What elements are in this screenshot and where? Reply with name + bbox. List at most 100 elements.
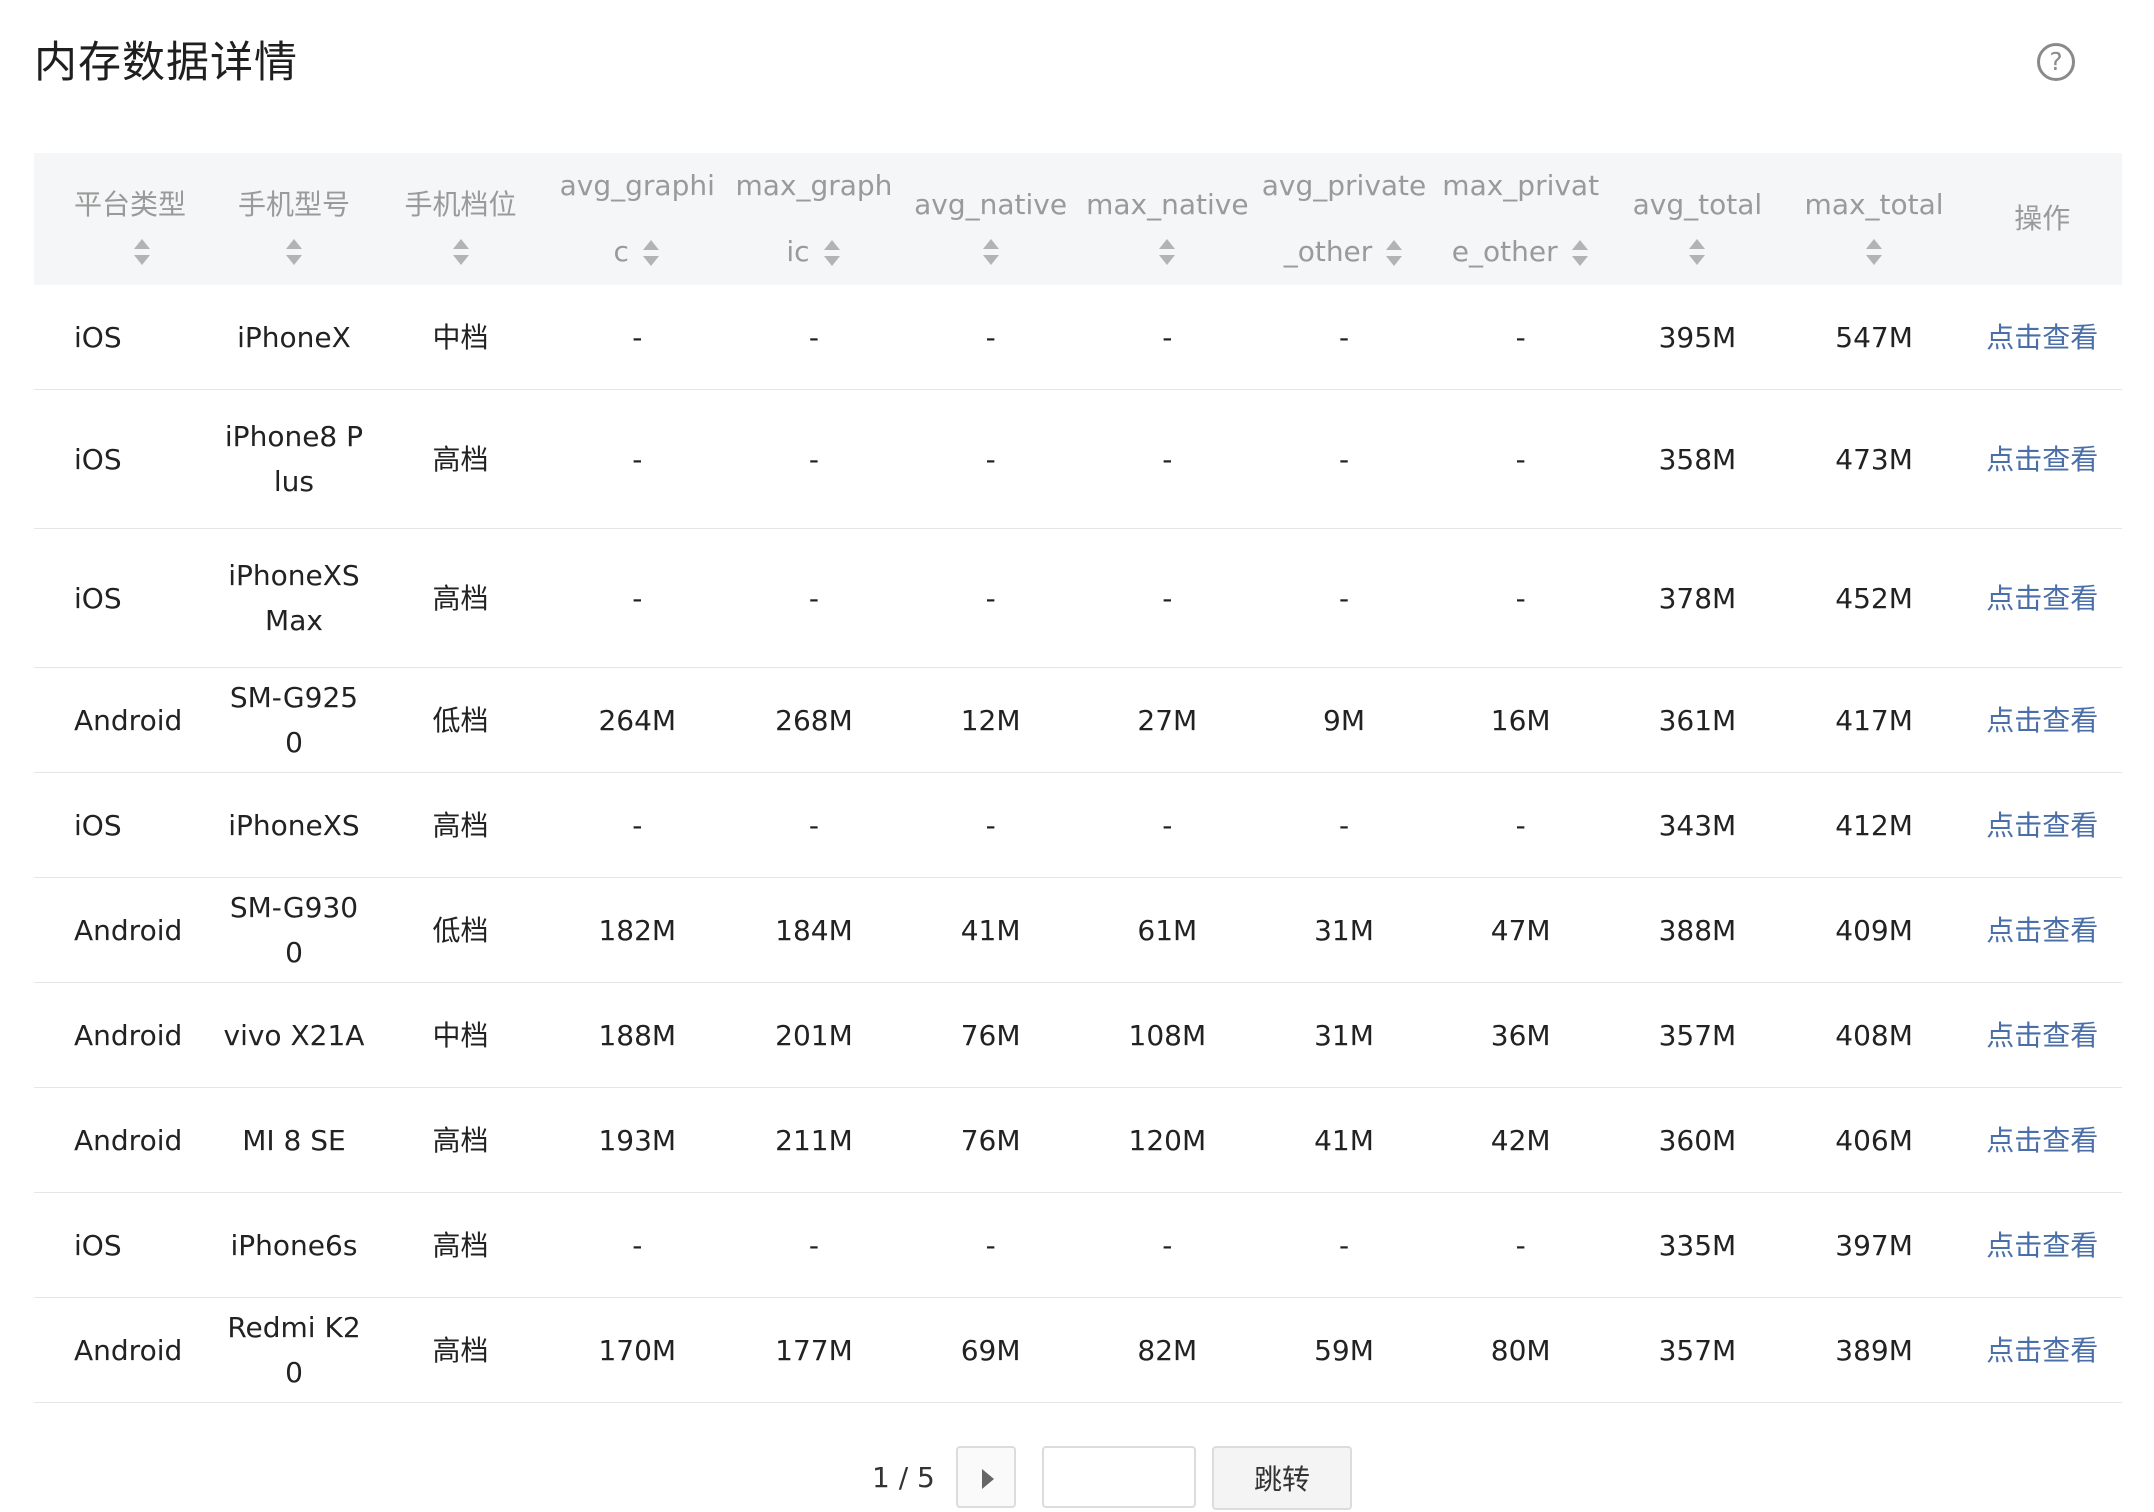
cell-avg-graphic: 264M [548,667,726,773]
view-details-link[interactable]: 点击查看 [1986,809,2098,842]
sort-icon[interactable] [1384,239,1404,267]
cell-action: 点击查看 [1962,982,2122,1088]
table-row: Android SM-G9300 低档 182M 184M 41M 61M 31… [34,877,2122,983]
cell-avg-graphic: - [548,772,726,878]
cell-action: 点击查看 [1962,528,2122,668]
cell-max-private-other: - [1432,1192,1610,1298]
cell-avg-private-other: - [1255,772,1433,878]
cell-max-native: 120M [1078,1087,1256,1193]
cell-platform: Android [34,877,216,983]
cell-max-private-other: - [1432,389,1610,529]
cell-model: Redmi K20 [215,1297,373,1403]
column-header-avg-private-other[interactable]: avg_private_other [1255,153,1433,285]
sort-icon[interactable] [1687,238,1707,266]
cell-max-native: - [1078,285,1256,390]
view-details-link[interactable]: 点击查看 [1986,1229,2098,1262]
cell-model: iPhone6s [215,1192,373,1298]
sort-icon[interactable] [981,238,1001,266]
cell-avg-private-other: 31M [1255,877,1433,983]
sort-icon[interactable] [284,238,304,266]
cell-avg-native: - [902,285,1079,390]
help-icon[interactable]: ? [2037,43,2075,81]
view-details-link[interactable]: 点击查看 [1986,1019,2098,1052]
cell-avg-native: 76M [902,982,1079,1088]
cell-avg-private-other: - [1255,528,1433,668]
column-label: avg_graphic [559,169,715,268]
column-header-avg-native[interactable]: avg_native [902,153,1079,285]
cell-max-total: 417M [1785,667,1963,773]
next-page-button[interactable] [956,1446,1016,1508]
cell-avg-graphic: 193M [548,1087,726,1193]
cell-max-graphic: 211M [725,1087,903,1193]
cell-tier: 高档 [372,1297,549,1403]
view-details-link[interactable]: 点击查看 [1986,443,2098,476]
cell-avg-total: 360M [1609,1087,1786,1193]
column-header-max-native[interactable]: max_native [1078,153,1256,285]
cell-platform: iOS [34,285,216,390]
column-header-tier[interactable]: 手机档位 [372,153,549,285]
cell-max-total: 389M [1785,1297,1963,1403]
view-details-link[interactable]: 点击查看 [1986,321,2098,354]
jump-button[interactable]: 跳转 [1212,1446,1352,1510]
table-row: Android vivo X21A 中档 188M 201M 76M 108M … [34,982,2122,1088]
view-details-link[interactable]: 点击查看 [1986,1124,2098,1157]
cell-action: 点击查看 [1962,772,2122,878]
sort-icon[interactable] [641,239,661,267]
cell-avg-total: 388M [1609,877,1786,983]
cell-max-total: 408M [1785,982,1963,1088]
cell-avg-total: 361M [1609,667,1786,773]
sort-icon[interactable] [822,239,842,267]
column-header-avg-graphic[interactable]: avg_graphic [548,153,726,285]
cell-avg-private-other: - [1255,285,1433,390]
cell-max-total: 412M [1785,772,1963,878]
view-details-link[interactable]: 点击查看 [1986,914,2098,947]
column-header-max-graphic[interactable]: max_graphic [725,153,903,285]
column-label: max_graphic [735,169,893,268]
column-header-model[interactable]: 手机型号 [215,153,373,285]
table-row: Android MI 8 SE 高档 193M 211M 76M 120M 41… [34,1087,2122,1193]
cell-avg-private-other: 59M [1255,1297,1433,1403]
cell-avg-native: 76M [902,1087,1079,1193]
cell-platform: iOS [34,772,216,878]
cell-avg-graphic: - [548,285,726,390]
cell-action: 点击查看 [1962,1192,2122,1298]
cell-avg-native: 69M [902,1297,1079,1403]
cell-tier: 高档 [372,528,549,668]
column-header-platform[interactable]: 平台类型 [34,153,216,285]
cell-max-private-other: 47M [1432,877,1610,983]
cell-max-graphic: 201M [725,982,903,1088]
cell-model: iPhoneX [215,285,373,390]
cell-max-private-other: - [1432,285,1610,390]
cell-max-graphic: - [725,285,903,390]
cell-max-total: 397M [1785,1192,1963,1298]
cell-tier: 高档 [372,1087,549,1193]
cell-max-graphic: - [725,528,903,668]
sort-icon[interactable] [132,238,152,266]
cell-avg-graphic: - [548,1192,726,1298]
cell-max-native: - [1078,528,1256,668]
pagination: 1 / 5 跳转 [0,1446,2154,1510]
cell-model: iPhone8 Plus [215,389,373,529]
cell-avg-private-other: - [1255,1192,1433,1298]
page-jump-input[interactable] [1042,1446,1196,1508]
column-header-avg-total[interactable]: avg_total [1609,153,1786,285]
view-details-link[interactable]: 点击查看 [1986,1334,2098,1367]
column-label: 平台类型 [74,188,187,221]
cell-model: SM-G9300 [215,877,373,983]
column-header-max-total[interactable]: max_total [1785,153,1963,285]
sort-icon[interactable] [451,238,471,266]
table-row: Android SM-G9250 低档 264M 268M 12M 27M 9M… [34,667,2122,773]
cell-max-total: 452M [1785,528,1963,668]
column-label: avg_total [1632,188,1763,221]
cell-max-native: - [1078,1192,1256,1298]
page-title: 内存数据详情 [34,38,298,88]
sort-icon[interactable] [1157,238,1177,266]
cell-avg-graphic: - [548,528,726,668]
view-details-link[interactable]: 点击查看 [1986,704,2098,737]
cell-max-native: 108M [1078,982,1256,1088]
sort-icon[interactable] [1864,238,1884,266]
sort-icon[interactable] [1570,239,1590,267]
column-header-max-private-other[interactable]: max_private_other [1432,153,1610,285]
cell-max-private-other: - [1432,528,1610,668]
view-details-link[interactable]: 点击查看 [1986,582,2098,615]
